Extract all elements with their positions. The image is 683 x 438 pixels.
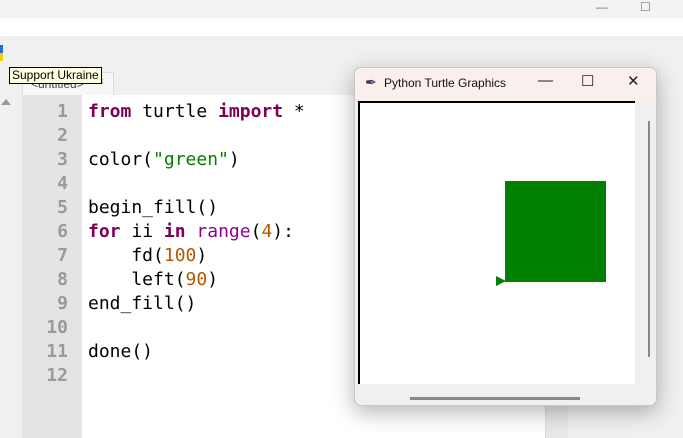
code-token: in <box>163 221 186 242</box>
menu-bar <box>0 18 683 36</box>
maximize-button[interactable]: ☐ <box>640 0 651 14</box>
ukraine-flag-icon[interactable] <box>0 45 3 61</box>
turtle-graphics-window: ✒ Python Turtle Graphics — ☐ ✕ <box>354 67 657 406</box>
code-line: left(90) <box>88 269 218 290</box>
turtle-window-title: Python Turtle Graphics <box>384 76 507 90</box>
line-number: 7 <box>57 245 68 266</box>
code-token: done() <box>88 341 154 362</box>
line-number: 6 <box>57 221 68 242</box>
turtle-minimize-button[interactable]: — <box>538 72 553 89</box>
canvas-vertical-scrollbar[interactable] <box>648 121 650 357</box>
window-titlebar: — ☐ <box>0 0 683 18</box>
code-line: begin_fill() <box>88 197 218 218</box>
turtle-maximize-button[interactable]: ☐ <box>581 72 594 90</box>
line-number: 11 <box>46 341 68 362</box>
code-token: turtle <box>131 101 219 122</box>
line-number: 4 <box>57 173 68 194</box>
line-number: 5 <box>57 197 68 218</box>
code-token: for <box>88 221 121 242</box>
code-token: end_fill() <box>88 293 197 314</box>
turtle-arrow-icon <box>496 276 506 286</box>
code-token: left( <box>88 269 186 290</box>
code-token: ( <box>250 221 262 242</box>
code-token: 4 <box>261 221 273 242</box>
line-number-gutter: 1 2 3 4 5 6 7 8 9 10 11 12 <box>22 95 82 438</box>
turtle-close-button[interactable]: ✕ <box>627 72 640 90</box>
code-token: ): <box>272 221 294 242</box>
code-line: end_fill() <box>88 293 196 314</box>
turtle-titlebar[interactable]: ✒ Python Turtle Graphics — ☐ ✕ <box>355 68 656 102</box>
code-token: * <box>283 101 305 122</box>
code-token: "green" <box>153 149 229 170</box>
line-number: 9 <box>57 293 68 314</box>
code-token: ) <box>196 245 208 266</box>
turtle-canvas[interactable] <box>358 101 635 384</box>
line-number: 8 <box>57 269 68 290</box>
code-token: color( <box>88 149 154 170</box>
line-number: 3 <box>57 149 68 170</box>
green-filled-square <box>505 181 606 282</box>
code-token: from <box>88 101 132 122</box>
code-token: range <box>196 221 251 242</box>
tooltip: Support Ukraine <box>9 67 102 84</box>
code-token: ii <box>120 221 164 242</box>
left-scrollbar[interactable] <box>0 95 12 438</box>
line-number: 12 <box>46 365 68 386</box>
code-token: ) <box>207 269 219 290</box>
code-line: done() <box>88 341 153 362</box>
minimize-button[interactable]: — <box>596 0 608 14</box>
code-line: fd(100) <box>88 245 207 266</box>
line-number: 1 <box>57 101 68 122</box>
line-number: 10 <box>46 317 68 338</box>
code-token: 100 <box>163 245 197 266</box>
code-line: color("green") <box>88 149 240 170</box>
scroll-up-arrow-icon[interactable] <box>1 99 11 105</box>
code-token: 90 <box>185 269 208 290</box>
canvas-horizontal-scrollbar[interactable] <box>410 397 580 400</box>
code-line: for ii in range(4): <box>88 221 294 242</box>
line-number: 2 <box>57 125 68 146</box>
code-token: ) <box>228 149 240 170</box>
code-token: fd( <box>88 245 164 266</box>
code-token: begin_fill() <box>88 197 219 218</box>
code-line: from turtle import * <box>88 101 305 122</box>
code-token: import <box>218 101 284 122</box>
feather-icon: ✒ <box>365 74 377 90</box>
